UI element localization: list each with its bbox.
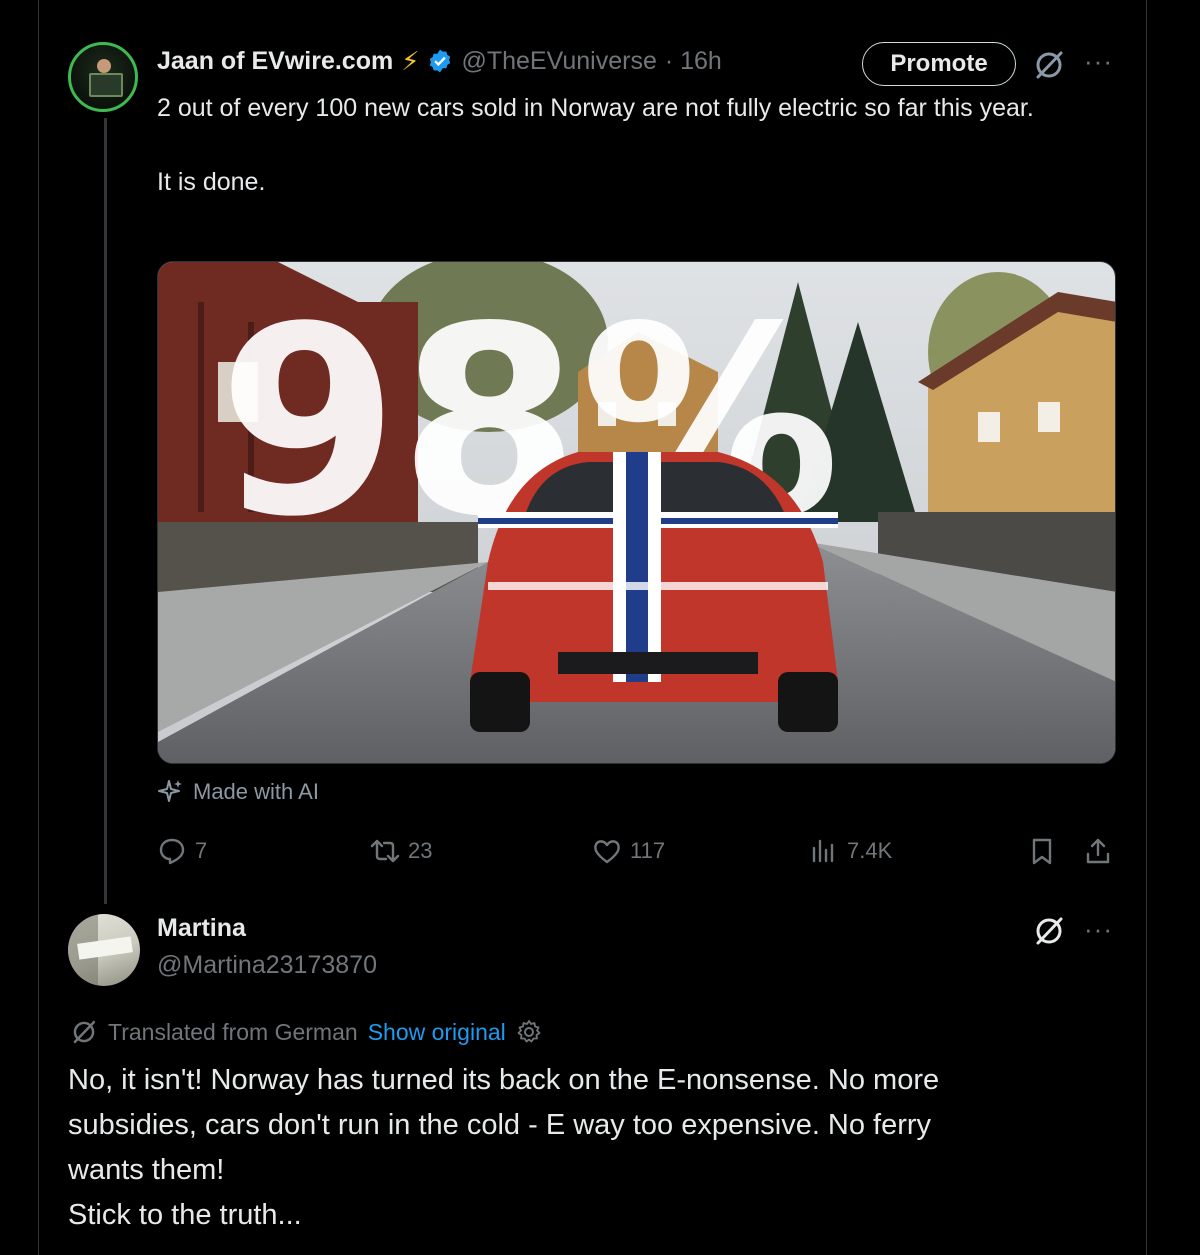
author-handle[interactable]: @TheEVuniverse: [461, 47, 656, 76]
repost-count: 23: [408, 838, 433, 863]
author-avatar[interactable]: [68, 42, 138, 112]
reply-button[interactable]: 7: [157, 836, 207, 866]
verified-badge-icon: [430, 49, 451, 73]
reply-icon: [159, 838, 185, 865]
made-with-ai-label[interactable]: Made with AI: [157, 778, 319, 806]
more-icon[interactable]: ···: [1084, 46, 1113, 77]
share-button[interactable]: [1083, 836, 1113, 866]
show-original-link[interactable]: Show original: [368, 1019, 506, 1046]
bookmark-button[interactable]: [1027, 836, 1057, 866]
views-icon: [812, 839, 834, 863]
author-name[interactable]: Jaan of EVwire.com: [157, 47, 393, 76]
tweet-text-line: It is done.: [157, 168, 266, 196]
tweet-text: 2 out of every 100 new cars sold in Norw…: [157, 90, 1117, 201]
reply-text: No, it isn't! Norway has turned its back…: [68, 1058, 1128, 1238]
view-count: 7.4K: [847, 838, 893, 863]
translate-icon: [73, 1020, 96, 1044]
share-icon: [1086, 838, 1110, 864]
reply-text-line: Stick to the truth...: [68, 1199, 302, 1231]
translation-notice: Translated from German Show original: [70, 1018, 542, 1046]
thread-connector: [104, 118, 107, 904]
car-illustration: [469, 452, 838, 732]
column-border-right: [1146, 0, 1147, 1255]
translated-label: Translated from German: [108, 1018, 358, 1045]
reply-text-line: wants them!: [68, 1154, 225, 1186]
like-icon: [594, 840, 620, 864]
reply-text-line: subsidies, cars don't run in the cold - …: [68, 1109, 932, 1141]
tweet-text-line: 2 out of every 100 new cars sold in Norw…: [157, 94, 1034, 122]
settings-icon[interactable]: [516, 1019, 542, 1045]
made-with-ai-text: Made with AI: [193, 779, 319, 804]
tweet-header: Jaan of EVwire.com ⚡ @TheEVuniverse · 16…: [157, 44, 722, 78]
views-button[interactable]: 7.4K: [809, 836, 892, 866]
reply-avatar[interactable]: [68, 914, 140, 986]
promote-button[interactable]: Promote: [862, 42, 1016, 86]
sparkle-icon: [158, 780, 182, 802]
like-button[interactable]: 117: [592, 836, 665, 866]
grok-icon[interactable]: [1032, 914, 1066, 948]
repost-icon: [370, 839, 400, 863]
bolt-icon: ⚡: [401, 46, 420, 76]
grok-icon[interactable]: [1032, 48, 1066, 82]
tweet-media-image[interactable]: 98%: [157, 261, 1116, 764]
reply-author-name[interactable]: Martina: [157, 914, 246, 943]
timestamp[interactable]: · 16h: [665, 47, 722, 76]
bookmark-icon: [1032, 838, 1052, 865]
like-count: 117: [630, 838, 666, 863]
reply-count: 7: [195, 838, 208, 863]
tweet-action-bar: 7 23 117 7.4K: [157, 836, 1117, 870]
reply-text-line: No, it isn't! Norway has turned its back…: [68, 1064, 940, 1096]
repost-button[interactable]: 23: [370, 836, 432, 866]
more-icon[interactable]: ···: [1084, 914, 1113, 945]
column-border-left: [38, 0, 39, 1255]
reply-author-handle[interactable]: @Martina23173870: [157, 951, 377, 980]
